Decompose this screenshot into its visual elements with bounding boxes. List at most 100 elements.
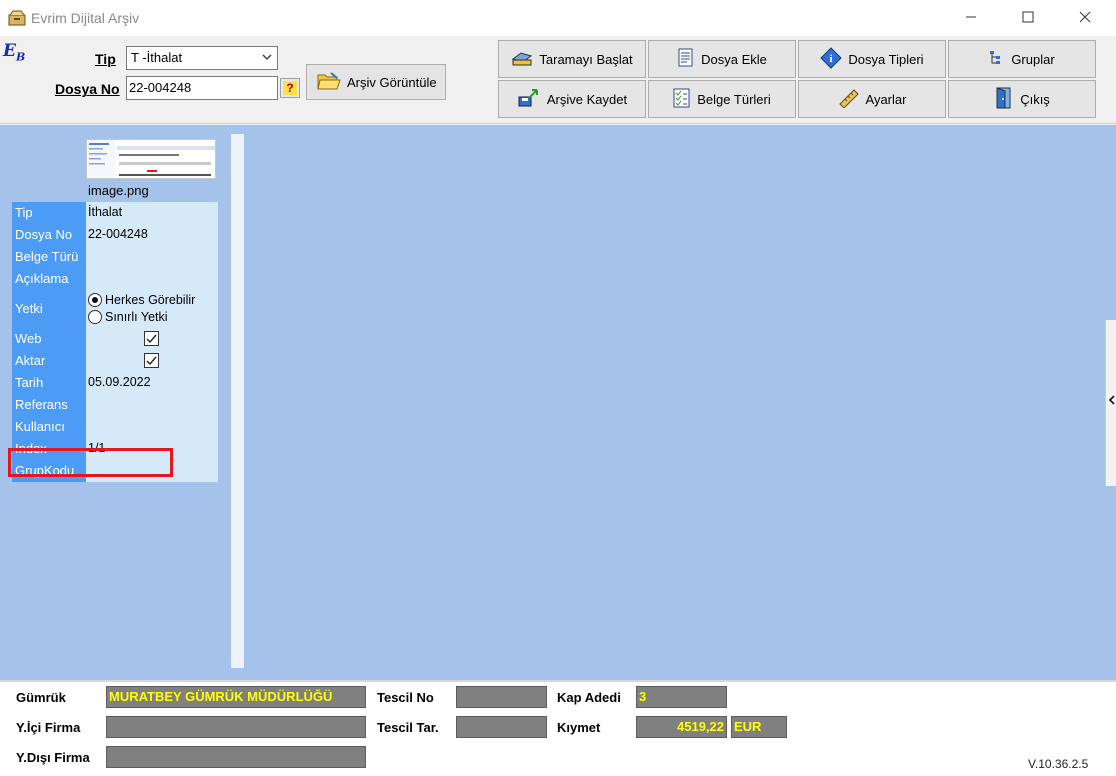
property-key: Web bbox=[12, 328, 86, 350]
window-title: Evrim Dijital Arşiv bbox=[31, 10, 140, 26]
property-value[interactable]: 05.09.2022 bbox=[86, 372, 218, 394]
dosya-tipleri-label: Dosya Tipleri bbox=[848, 51, 924, 67]
property-key: Yetki bbox=[12, 290, 86, 328]
property-row-aciklama: Açıklama bbox=[12, 268, 218, 290]
kiymet-currency-field[interactable]: EUR bbox=[731, 716, 787, 738]
title-bar: Evrim Dijital Arşiv bbox=[0, 0, 1116, 36]
property-key: Tip bbox=[12, 202, 86, 224]
ayarlar-label: Ayarlar bbox=[865, 91, 907, 107]
folder-open-icon bbox=[317, 71, 341, 94]
save-archive-icon bbox=[517, 88, 541, 111]
property-key: Dosya No bbox=[12, 224, 86, 246]
minimize-button[interactable] bbox=[948, 0, 994, 34]
property-key: Açıklama bbox=[12, 268, 86, 290]
scanner-icon bbox=[511, 49, 533, 70]
taramayi-baslat-button[interactable]: Taramayı Başlat bbox=[498, 40, 646, 78]
web-checkbox[interactable] bbox=[144, 331, 159, 346]
ayarlar-button[interactable]: Ayarlar bbox=[798, 80, 946, 118]
chevron-left-icon[interactable] bbox=[1108, 395, 1115, 408]
property-value[interactable] bbox=[86, 394, 218, 416]
side-panel-toggle[interactable] bbox=[1105, 320, 1116, 486]
property-key: Referans bbox=[12, 394, 86, 416]
help-button[interactable]: ? bbox=[280, 78, 300, 98]
property-key: Belge Türü bbox=[12, 246, 86, 268]
tip-label: Tip bbox=[95, 51, 116, 67]
cikis-label: Çıkış bbox=[1020, 91, 1050, 107]
arsive-kaydet-button[interactable]: Arşive Kaydet bbox=[498, 80, 646, 118]
cikis-button[interactable]: Çıkış bbox=[948, 80, 1096, 118]
ydisi-firma-field[interactable] bbox=[106, 746, 366, 768]
kap-adedi-label: Kap Adedi bbox=[557, 690, 621, 705]
property-row-web: Web bbox=[12, 328, 218, 350]
tescil-no-label: Tescil No bbox=[377, 690, 434, 705]
arsiv-goruntule-button[interactable]: Arşiv Görüntüle bbox=[306, 64, 446, 100]
gruplar-label: Gruplar bbox=[1011, 51, 1055, 67]
radio-herkes-gorebilir[interactable]: Herkes Görebilir bbox=[88, 291, 216, 308]
yetki-radio-group: Herkes Görebilir Sınırlı Yetki bbox=[86, 290, 218, 328]
radio-sinirli-yetki[interactable]: Sınırlı Yetki bbox=[88, 308, 216, 325]
property-value-aktar bbox=[86, 350, 218, 372]
property-row-kullanici: Kullanıcı bbox=[12, 416, 218, 438]
radio-selected-icon[interactable] bbox=[88, 292, 102, 307]
kiymet-field[interactable]: 4519,22 bbox=[636, 716, 727, 738]
chevron-down-icon[interactable] bbox=[261, 51, 273, 66]
yici-firma-field[interactable] bbox=[106, 716, 366, 738]
radio-label: Sınırlı Yetki bbox=[105, 309, 168, 324]
maximize-button[interactable] bbox=[1005, 0, 1051, 34]
checklist-icon bbox=[673, 88, 691, 111]
checkmark-icon bbox=[146, 334, 157, 344]
version-label: V.10.36.2.5 bbox=[1028, 757, 1089, 771]
belge-turleri-button[interactable]: Belge Türleri bbox=[648, 80, 796, 118]
kiymet-label: Kıymet bbox=[557, 720, 601, 735]
property-value[interactable]: İthalat bbox=[86, 202, 218, 224]
thumbnail-filename: image.png bbox=[88, 183, 149, 198]
property-key: Tarih bbox=[12, 372, 86, 394]
dosya-no-label: Dosya No bbox=[55, 81, 120, 97]
file-add-icon bbox=[677, 48, 695, 71]
tescil-tar-field[interactable] bbox=[456, 716, 547, 738]
svg-text:i: i bbox=[830, 53, 833, 65]
web-highlight-box bbox=[8, 448, 173, 477]
tree-icon bbox=[989, 50, 1005, 69]
exit-door-icon bbox=[994, 86, 1014, 112]
property-grid: Tip İthalat Dosya No 22-004248 Belge Tür… bbox=[12, 202, 218, 482]
property-row-dosya-no: Dosya No 22-004248 bbox=[12, 224, 218, 246]
gumruk-label: Gümrük bbox=[16, 690, 66, 705]
arsiv-goruntule-label: Arşiv Görüntüle bbox=[347, 74, 437, 90]
radio-unselected-icon[interactable] bbox=[88, 309, 102, 324]
dosya-ekle-label: Dosya Ekle bbox=[701, 51, 767, 67]
property-row-referans: Referans bbox=[12, 394, 218, 416]
belge-turleri-label: Belge Türleri bbox=[697, 91, 771, 107]
main-panel: image.png Tip İthalat Dosya No 22-004248… bbox=[0, 125, 1116, 680]
yici-firma-label: Y.İçi Firma bbox=[16, 720, 81, 735]
property-value[interactable]: 22-004248 bbox=[86, 224, 218, 246]
property-value-web bbox=[86, 328, 218, 350]
checkmark-icon bbox=[146, 356, 157, 366]
close-button[interactable] bbox=[1062, 0, 1108, 34]
property-value[interactable] bbox=[86, 246, 218, 268]
panel-splitter[interactable] bbox=[231, 134, 244, 668]
property-key: Kullanıcı bbox=[12, 416, 86, 438]
dosya-ekle-button[interactable]: Dosya Ekle bbox=[648, 40, 796, 78]
ruler-icon bbox=[838, 88, 860, 111]
tescil-no-field[interactable] bbox=[456, 686, 547, 708]
dosya-tipleri-button[interactable]: i Dosya Tipleri bbox=[798, 40, 946, 78]
tip-select-value: T -İthalat bbox=[131, 50, 183, 65]
property-key: Aktar bbox=[12, 350, 86, 372]
dosya-no-input[interactable]: 22-004248 bbox=[126, 76, 278, 100]
ydisi-firma-label: Y.Dışı Firma bbox=[16, 750, 90, 765]
aktar-checkbox[interactable] bbox=[144, 353, 159, 368]
property-row-belge-turu: Belge Türü bbox=[12, 246, 218, 268]
footer-panel: Gümrük MURATBEY GÜMRÜK MÜDÜRLÜĞÜ Y.İçi F… bbox=[0, 680, 1116, 776]
kap-adedi-field[interactable]: 3 bbox=[636, 686, 727, 708]
gruplar-button[interactable]: Gruplar bbox=[948, 40, 1096, 78]
document-thumbnail[interactable] bbox=[86, 139, 216, 179]
taramayi-baslat-label: Taramayı Başlat bbox=[539, 51, 633, 67]
property-row-tarih: Tarih 05.09.2022 bbox=[12, 372, 218, 394]
tip-select[interactable]: T -İthalat bbox=[126, 46, 278, 70]
info-icon: i bbox=[820, 46, 843, 72]
gumruk-field[interactable]: MURATBEY GÜMRÜK MÜDÜRLÜĞÜ bbox=[106, 686, 366, 708]
archive-box-icon bbox=[8, 10, 26, 26]
property-value[interactable] bbox=[86, 416, 218, 438]
property-value[interactable] bbox=[86, 268, 218, 290]
